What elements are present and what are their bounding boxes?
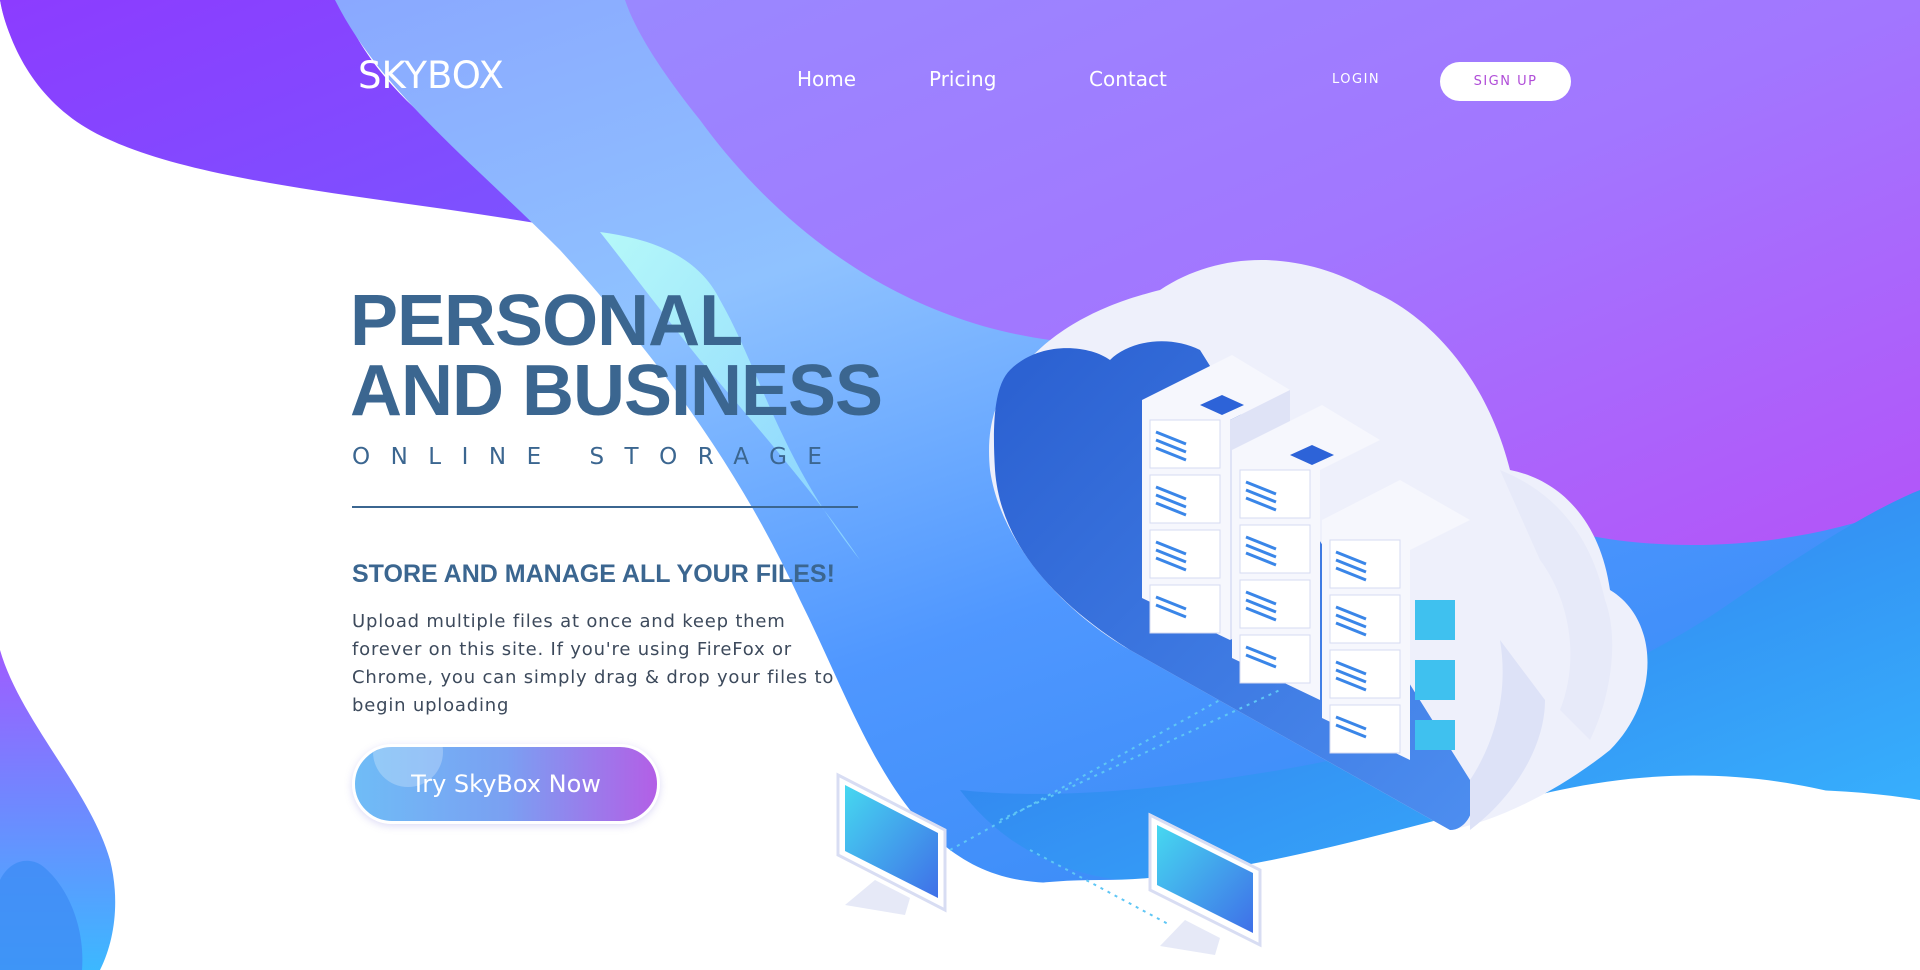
hero-subheading: ONLINE STORAGE xyxy=(352,444,843,470)
headline-line-2: AND BUSINESS xyxy=(350,351,883,431)
try-skybox-label: Try SkyBox Now xyxy=(411,770,601,798)
login-link[interactable]: LOGIN xyxy=(1332,72,1380,87)
section-heading: STORE AND MANAGE ALL YOUR FILES! xyxy=(352,560,835,588)
nav-link-home[interactable]: Home xyxy=(797,67,856,91)
nav-link-contact[interactable]: Contact xyxy=(1089,67,1167,91)
signup-button[interactable]: SIGN UP xyxy=(1440,62,1571,101)
hero-headline: PERSONAL AND BUSINESS xyxy=(350,281,910,431)
headline-line-1: PERSONAL xyxy=(350,281,743,361)
hero-description: Upload multiple files at once and keep t… xyxy=(352,611,835,716)
cloud-storage-illustration xyxy=(836,260,1648,955)
divider xyxy=(352,506,858,508)
logo[interactable]: SKYBOX xyxy=(358,54,504,97)
monitor-icon xyxy=(1148,812,1262,955)
try-skybox-button[interactable]: Try SkyBox Now xyxy=(352,744,660,824)
nav-link-pricing[interactable]: Pricing xyxy=(929,67,996,91)
monitor-icon xyxy=(836,772,947,915)
